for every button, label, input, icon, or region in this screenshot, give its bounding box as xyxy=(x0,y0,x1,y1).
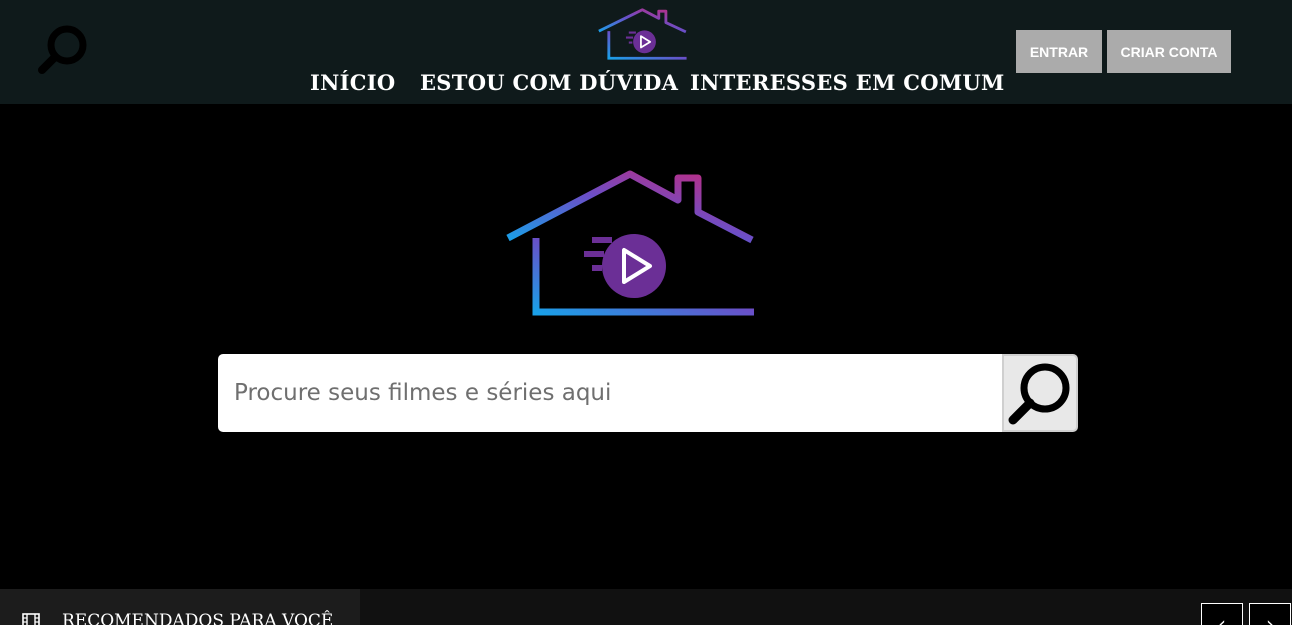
search-button[interactable] xyxy=(1002,354,1078,432)
carousel-prev-button[interactable]: ‹ xyxy=(1201,603,1243,625)
recommendations-title: RECOMENDADOS PARA VOCÊ xyxy=(62,611,334,625)
search-icon xyxy=(1008,363,1070,425)
recommendations-bar: RECOMENDADOS PARA VOCÊ ‹ › xyxy=(0,589,1292,625)
nav-item-interesses-em-comum[interactable]: INTERESSES EM COMUM xyxy=(690,70,1005,95)
house-play-logo-icon xyxy=(500,168,758,320)
top-bar: INÍCIO ESTOU COM DÚVIDA INTERESSES EM CO… xyxy=(0,0,1292,104)
login-button[interactable]: ENTRAR xyxy=(1016,30,1102,73)
signup-button[interactable]: CRIAR CONTA xyxy=(1107,30,1231,73)
nav-item-estou-com-duvida[interactable]: ESTOU COM DÚVIDA xyxy=(420,70,678,95)
nav-item-inicio[interactable]: INÍCIO xyxy=(310,70,395,95)
film-icon xyxy=(22,613,40,625)
main-nav: INÍCIO ESTOU COM DÚVIDA INTERESSES EM CO… xyxy=(0,70,1292,100)
search-input[interactable] xyxy=(218,354,1002,432)
carousel-next-button[interactable]: › xyxy=(1249,603,1291,625)
recommendations-tab: RECOMENDADOS PARA VOCÊ xyxy=(0,589,360,625)
house-play-logo-icon[interactable] xyxy=(596,6,688,62)
